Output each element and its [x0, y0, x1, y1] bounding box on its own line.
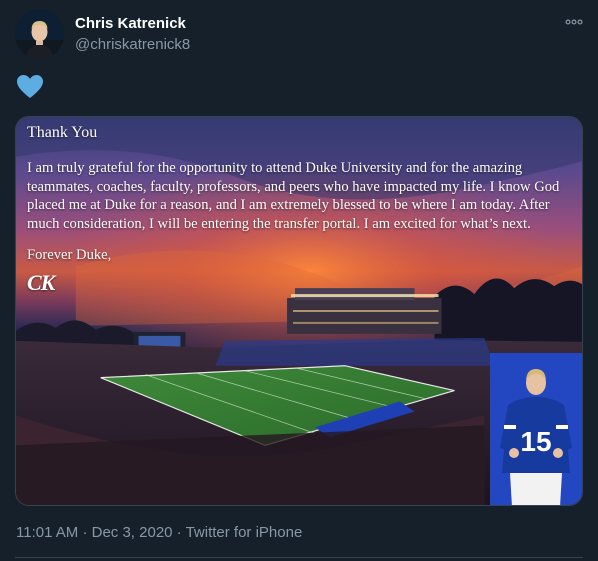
jersey-number: 15: [520, 426, 551, 457]
tweet-media-image[interactable]: Thank You I am truly grateful for the op…: [15, 116, 583, 506]
timestamp-row: 11:01 AM · Dec 3, 2020 · Twitter for iPh…: [16, 523, 302, 543]
tweet-date-link[interactable]: Dec 3, 2020: [92, 524, 173, 541]
tweet-source-link[interactable]: Twitter for iPhone: [186, 524, 303, 541]
divider: [15, 557, 583, 558]
avatar-photo-icon: [15, 10, 64, 59]
tweet: Chris Katrenick @chriskatrenick8 Thank Y…: [0, 0, 598, 561]
letter-body: I am truly grateful for the opportunity …: [27, 160, 560, 232]
letter-title: Thank You: [27, 124, 98, 141]
author-block[interactable]: Chris Katrenick @chriskatrenick8: [75, 14, 190, 55]
tweet-time-link[interactable]: 11:01 AM: [16, 524, 78, 541]
avatar[interactable]: [15, 10, 64, 59]
more-dots-icon: [565, 19, 583, 25]
player-photo: 15: [490, 353, 582, 505]
letter-signoff: Forever Duke,: [27, 247, 112, 264]
letter-text: Thank You I am truly grateful for the op…: [27, 123, 575, 296]
author-handle[interactable]: @chriskatrenick8: [75, 35, 190, 55]
source-separator: ·: [176, 524, 186, 541]
more-options-button[interactable]: [564, 14, 584, 30]
timestamp-separator: ·: [82, 524, 92, 541]
blue-heart-icon: [16, 74, 44, 100]
letter-signature: CK: [27, 270, 55, 296]
author-display-name[interactable]: Chris Katrenick: [75, 14, 190, 34]
